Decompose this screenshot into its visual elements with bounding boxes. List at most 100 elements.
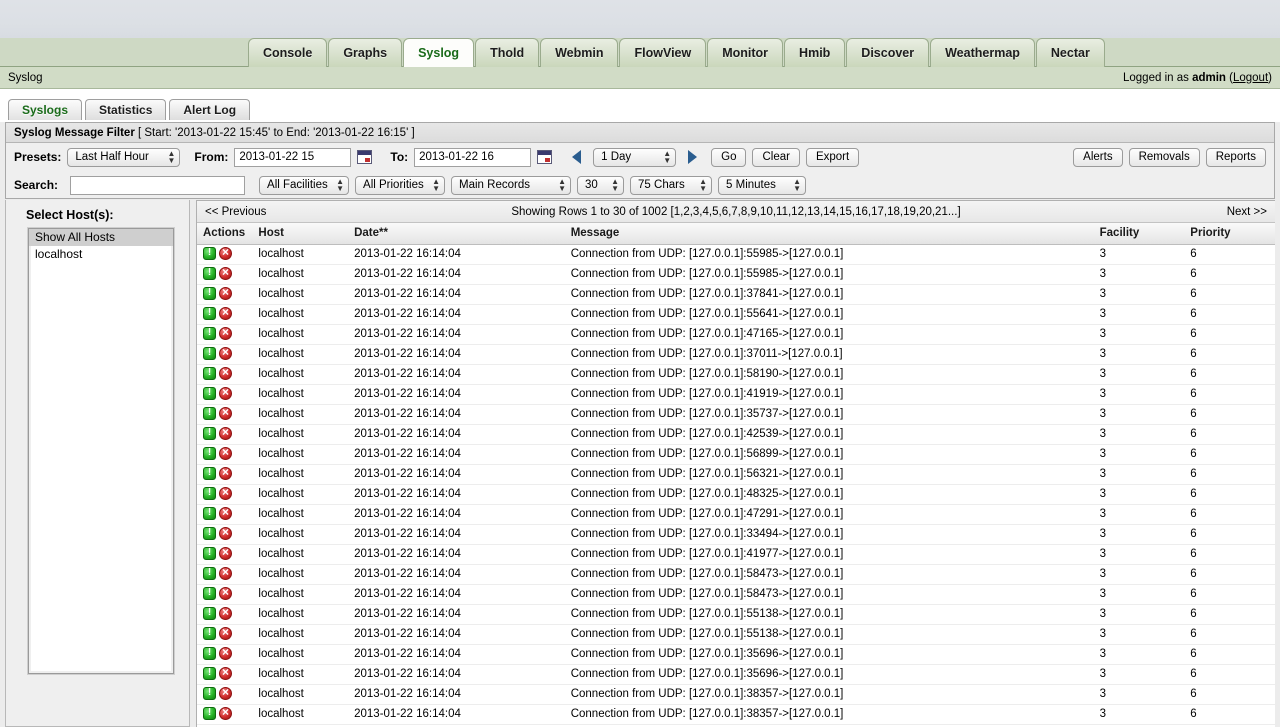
info-icon[interactable] <box>203 566 216 580</box>
delete-icon[interactable] <box>219 466 232 480</box>
info-icon[interactable] <box>203 486 216 500</box>
to-calendar-icon[interactable] <box>537 150 553 164</box>
main-tab-webmin[interactable]: Webmin <box>540 38 619 67</box>
table-row[interactable]: localhost2013-01-22 16:14:04Connection f… <box>197 384 1275 405</box>
delete-icon[interactable] <box>219 486 232 500</box>
delete-icon[interactable] <box>219 566 232 580</box>
export-button[interactable]: Export <box>805 147 860 167</box>
table-row[interactable]: localhost2013-01-22 16:14:04Connection f… <box>197 324 1275 345</box>
delete-icon[interactable] <box>219 686 232 700</box>
delete-icon[interactable] <box>219 426 232 440</box>
delete-icon[interactable] <box>219 546 232 560</box>
rows-per-page-select[interactable]: 30 ▲ ▼ <box>577 175 625 195</box>
info-icon[interactable] <box>203 586 216 600</box>
info-icon[interactable] <box>203 626 216 640</box>
delete-icon[interactable] <box>219 266 232 280</box>
previous-page-link[interactable]: << Previous <box>205 206 266 218</box>
delete-icon[interactable] <box>219 586 232 600</box>
info-icon[interactable] <box>203 326 216 340</box>
main-tab-thold[interactable]: Thold <box>475 38 540 67</box>
info-icon[interactable] <box>203 466 216 480</box>
from-calendar-icon[interactable] <box>357 150 373 164</box>
to-date-input[interactable]: 2013-01-22 16 <box>414 147 532 167</box>
main-tab-nectar[interactable]: Nectar <box>1035 38 1105 67</box>
column-header-date[interactable]: Date** <box>348 223 565 245</box>
delete-icon[interactable] <box>219 446 232 460</box>
delete-icon[interactable] <box>219 386 232 400</box>
delete-icon[interactable] <box>219 326 232 340</box>
info-icon[interactable] <box>203 266 216 280</box>
info-icon[interactable] <box>203 346 216 360</box>
delete-icon[interactable] <box>219 346 232 360</box>
table-row[interactable]: localhost2013-01-22 16:14:04Connection f… <box>197 484 1275 505</box>
table-row[interactable]: localhost2013-01-22 16:14:04Connection f… <box>197 704 1275 725</box>
info-icon[interactable] <box>203 646 216 660</box>
column-header-priority[interactable]: Priority <box>1184 223 1275 245</box>
delete-icon[interactable] <box>219 366 232 380</box>
from-date-input[interactable]: 2013-01-22 15 <box>234 147 352 167</box>
page-number-list[interactable]: 1,2,3,4,5,6,7,8,9,10,11,12,13,14,15,16,1… <box>674 206 958 218</box>
info-icon[interactable] <box>203 306 216 320</box>
sub-tab-syslogs[interactable]: Syslogs <box>8 99 83 120</box>
info-icon[interactable] <box>203 686 216 700</box>
table-row[interactable]: localhost2013-01-22 16:14:04Connection f… <box>197 424 1275 445</box>
sub-tab-statistics[interactable]: Statistics <box>85 99 167 120</box>
table-row[interactable]: localhost2013-01-22 16:14:04Connection f… <box>197 584 1275 605</box>
column-header-message[interactable]: Message <box>564 223 1094 245</box>
removals-button[interactable]: Removals <box>1128 147 1200 167</box>
column-header-facility[interactable]: Facility <box>1093 223 1185 245</box>
main-tab-syslog[interactable]: Syslog <box>403 38 475 67</box>
info-icon[interactable] <box>203 426 216 440</box>
table-row[interactable]: localhost2013-01-22 16:14:04Connection f… <box>197 404 1275 425</box>
table-row[interactable]: localhost2013-01-22 16:14:04Connection f… <box>197 304 1275 325</box>
info-icon[interactable] <box>203 506 216 520</box>
alerts-button[interactable]: Alerts <box>1073 147 1123 167</box>
reports-button[interactable]: Reports <box>1205 147 1266 167</box>
table-row[interactable]: localhost2013-01-22 16:14:04Connection f… <box>197 664 1275 685</box>
search-input[interactable] <box>70 175 246 195</box>
info-icon[interactable] <box>203 406 216 420</box>
info-icon[interactable] <box>203 366 216 380</box>
table-row[interactable]: localhost2013-01-22 16:14:04Connection f… <box>197 504 1275 525</box>
facility-select[interactable]: All Facilities ▲ ▼ <box>259 175 350 195</box>
presets-select[interactable]: Last Half Hour ▲ ▼ <box>67 147 181 167</box>
logout-link[interactable]: Logout <box>1233 72 1268 84</box>
delete-icon[interactable] <box>219 626 232 640</box>
delete-icon[interactable] <box>219 706 232 720</box>
table-row[interactable]: localhost2013-01-22 16:14:04Connection f… <box>197 544 1275 565</box>
table-row[interactable]: localhost2013-01-22 16:14:04Connection f… <box>197 684 1275 705</box>
delete-icon[interactable] <box>219 646 232 660</box>
next-range-arrow-icon[interactable] <box>688 150 698 164</box>
time-span-select[interactable]: 1 Day ▲ ▼ <box>593 147 677 167</box>
info-icon[interactable] <box>203 526 216 540</box>
records-select[interactable]: Main Records ▲ ▼ <box>451 175 572 195</box>
next-page-link[interactable]: Next >> <box>1227 206 1267 218</box>
clear-button[interactable]: Clear <box>752 147 800 167</box>
previous-range-arrow-icon[interactable] <box>572 150 582 164</box>
table-row[interactable]: localhost2013-01-22 16:14:04Connection f… <box>197 604 1275 625</box>
message-length-select[interactable]: 75 Chars ▲ ▼ <box>630 175 713 195</box>
sub-tab-alert-log[interactable]: Alert Log <box>169 99 251 120</box>
priority-select[interactable]: All Priorities ▲ ▼ <box>355 175 446 195</box>
host-listbox[interactable]: Show All Hosts localhost <box>28 228 174 674</box>
table-row[interactable]: localhost2013-01-22 16:14:04Connection f… <box>197 264 1275 285</box>
table-row[interactable]: localhost2013-01-22 16:14:04Connection f… <box>197 344 1275 365</box>
go-button[interactable]: Go <box>711 147 747 167</box>
main-tab-hmib[interactable]: Hmib <box>784 38 846 67</box>
delete-icon[interactable] <box>219 306 232 320</box>
host-option-show-all-hosts[interactable]: Show All Hosts <box>29 229 173 246</box>
main-tab-graphs[interactable]: Graphs <box>328 38 403 67</box>
table-row[interactable]: localhost2013-01-22 16:14:04Connection f… <box>197 464 1275 485</box>
delete-icon[interactable] <box>219 286 232 300</box>
info-icon[interactable] <box>203 246 216 260</box>
table-row[interactable]: localhost2013-01-22 16:14:04Connection f… <box>197 624 1275 645</box>
info-icon[interactable] <box>203 546 216 560</box>
delete-icon[interactable] <box>219 246 232 260</box>
main-tab-flowview[interactable]: FlowView <box>619 38 707 67</box>
delete-icon[interactable] <box>219 526 232 540</box>
delete-icon[interactable] <box>219 406 232 420</box>
info-icon[interactable] <box>203 446 216 460</box>
main-tab-discover[interactable]: Discover <box>846 38 930 67</box>
table-row[interactable]: localhost2013-01-22 16:14:04Connection f… <box>197 364 1275 385</box>
delete-icon[interactable] <box>219 506 232 520</box>
